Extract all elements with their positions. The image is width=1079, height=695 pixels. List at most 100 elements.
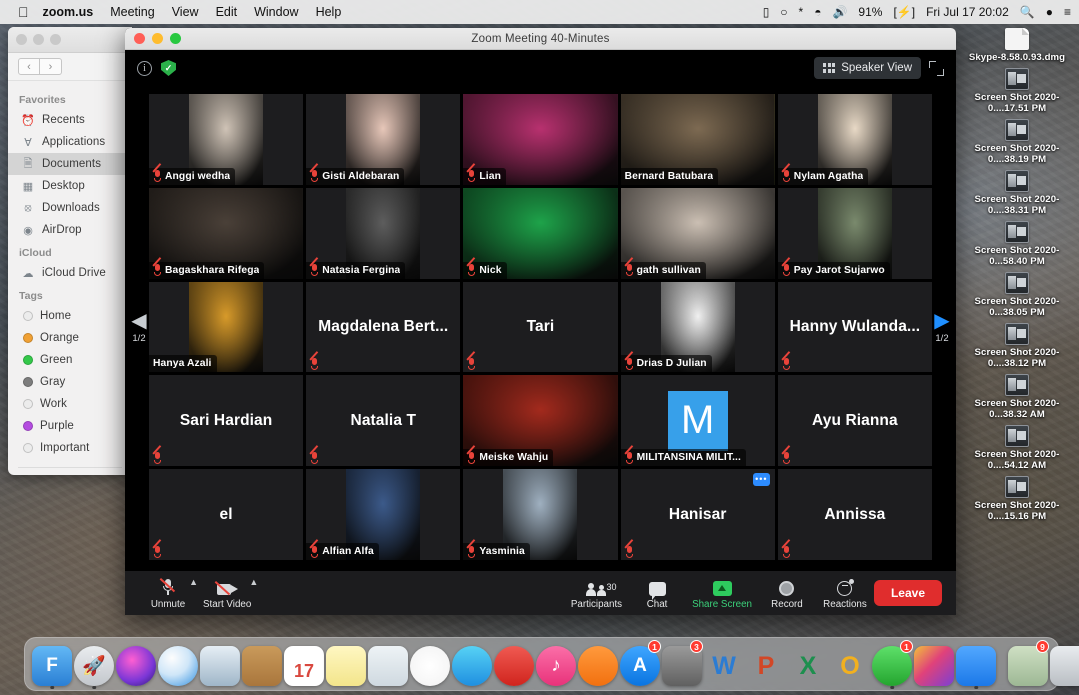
wifi-icon[interactable]: ◓ <box>814 5 821 19</box>
sidebar-tag-green[interactable]: Green <box>8 349 132 371</box>
participants-button[interactable]: 30 Participants <box>565 573 628 613</box>
participant-tile[interactable]: Lian <box>463 94 618 185</box>
participant-tile[interactable]: gath sullivan <box>620 187 775 279</box>
participant-tile[interactable]: Ayu Rianna <box>777 375 932 467</box>
sidebar-tag-gray[interactable]: Gray <box>8 371 132 393</box>
sidebar-item-recents[interactable]: ⏰ Recents <box>8 109 132 131</box>
menu-item-view[interactable]: View <box>172 5 199 19</box>
dock-item-notes[interactable] <box>326 642 366 686</box>
finder-close-button[interactable] <box>16 34 27 45</box>
dock-item-finder[interactable]: F <box>32 642 72 689</box>
sidebar-item-applications[interactable]: ∀ Applications <box>8 131 132 153</box>
battery-charging-icon[interactable]: [⚡] <box>893 5 915 19</box>
sidebar-tag-work[interactable]: Work <box>8 393 132 415</box>
bluetooth-icon[interactable]: * <box>799 5 804 19</box>
sidebar-item-documents[interactable]: 🗎 Documents <box>8 153 132 175</box>
macos-menu-bar[interactable]:  zoom.us Meeting View Edit Window Help … <box>0 0 1079 24</box>
participant-tile[interactable]: Tari <box>463 281 618 373</box>
desktop-file[interactable]: Screen Shot 2020-0....17.51 PM <box>959 67 1075 115</box>
zoom-minimize-button[interactable] <box>152 33 163 44</box>
dock-item-contacts[interactable] <box>242 642 282 686</box>
dock-item-messages[interactable] <box>452 642 492 686</box>
participant-tile[interactable]: Natasia Fergina <box>306 187 461 279</box>
battery-percent[interactable]: 91% <box>858 5 882 19</box>
menubar-clock[interactable]: Fri Jul 17 20:02 <box>926 5 1009 19</box>
participant-tile[interactable]: Annissa <box>777 469 932 560</box>
finder-minimize-button[interactable] <box>33 34 44 45</box>
desktop-file[interactable]: Screen Shot 2020-0...58.40 PM <box>959 220 1075 268</box>
zoom-close-button[interactable] <box>134 33 145 44</box>
dock-item-books[interactable] <box>578 642 618 686</box>
dock-item-powerpoint[interactable]: P <box>746 642 786 686</box>
desktop-file[interactable]: Screen Shot 2020-0....15.16 PM <box>959 475 1075 523</box>
share-screen-button[interactable]: Share Screen <box>686 573 758 613</box>
menu-item-help[interactable]: Help <box>316 5 342 19</box>
shield-encryption-icon[interactable]: ✓ <box>161 60 176 76</box>
participant-tile[interactable]: Yasminia <box>463 469 618 560</box>
participant-tile[interactable]: Sari Hardian <box>149 375 304 467</box>
participant-tile[interactable]: Drias D Julian <box>620 281 775 373</box>
dock-item-trash[interactable] <box>1050 642 1079 686</box>
participant-tile[interactable]: Bagaskhara Rifega <box>149 187 304 279</box>
dock-item-app-store[interactable]: 1A <box>620 640 661 686</box>
participant-tile[interactable]: Anggi wedha <box>149 94 304 185</box>
reactions-button[interactable]: Reactions <box>816 573 874 613</box>
dock-item-outlook[interactable]: O <box>830 642 870 686</box>
dock-item-final-cut-pro[interactable] <box>914 642 954 686</box>
apple-menu-icon[interactable]:  <box>18 5 29 19</box>
participant-tile[interactable]: el <box>149 469 304 560</box>
zoom-meeting-window[interactable]: Zoom Meeting 40-Minutes i ✓ Speaker View… <box>125 28 956 615</box>
participant-tile[interactable]: Nick <box>463 187 618 279</box>
finder-window[interactable]: ‹ › Favorites ⏰ Recents ∀ Applications 🗎… <box>8 27 132 475</box>
participant-tile[interactable]: Gisti Aldebaran <box>306 94 461 185</box>
sidebar-tag-important[interactable]: Important <box>8 437 132 459</box>
participant-tile[interactable]: Hanisar ••• <box>620 469 775 560</box>
dock-item-launchpad[interactable]: 🚀 <box>74 642 114 689</box>
display-icon[interactable]: ▯ <box>763 5 770 19</box>
siri-icon[interactable]: ● <box>1046 5 1053 19</box>
finder-sidebar[interactable]: Favorites ⏰ Recents ∀ Applications 🗎 Doc… <box>8 81 132 468</box>
notification-center-icon[interactable]: ≡ <box>1064 5 1071 19</box>
video-options-chevron-icon[interactable]: ▲ <box>249 577 258 587</box>
info-icon[interactable]: i <box>137 60 152 76</box>
participant-tile[interactable]: Bernard Batubara <box>620 94 775 185</box>
sidebar-item-airdrop[interactable]: ◉ AirDrop <box>8 219 132 241</box>
dock-item-photos[interactable] <box>410 642 450 686</box>
record-button[interactable]: Record <box>758 573 816 613</box>
dock-item-system-preferences[interactable]: 3 <box>662 640 703 686</box>
dock-item-safari[interactable] <box>158 642 198 686</box>
fullscreen-icon[interactable] <box>929 60 944 76</box>
menu-item-window[interactable]: Window <box>254 5 298 19</box>
sidebar-tag-purple[interactable]: Purple <box>8 415 132 437</box>
dock-item-itunes[interactable]: ♪ <box>536 642 576 686</box>
desktop-file[interactable]: Screen Shot 2020-0....38.12 PM <box>959 322 1075 370</box>
finder-navigation[interactable]: ‹ › <box>8 53 132 81</box>
participant-tile[interactable]: Meiske Wahju <box>463 375 618 467</box>
participant-tile[interactable]: Pay Jarot Sujarwo <box>777 187 932 279</box>
zoom-view-controls[interactable]: Speaker View <box>814 57 944 79</box>
participant-more-options-button[interactable]: ••• <box>752 473 770 487</box>
time-machine-icon[interactable]: ○ <box>780 5 787 19</box>
finder-back-button[interactable]: ‹ <box>18 58 40 75</box>
unmute-button[interactable]: Unmute ▲ <box>139 573 198 613</box>
desktop-file[interactable]: Screen Shot 2020-0...38.05 PM <box>959 271 1075 319</box>
menu-item-zoomus[interactable]: zoom.us <box>43 5 94 19</box>
dock-item-calendar[interactable]: 17 <box>284 642 324 686</box>
desktop-file[interactable]: Screen Shot 2020-0....54.12 AM <box>959 424 1075 472</box>
menu-item-edit[interactable]: Edit <box>216 5 238 19</box>
next-page-button[interactable]: ▶ 1/2 <box>932 311 952 344</box>
participant-tile[interactable]: Magdalena Bert... <box>306 281 461 373</box>
zoom-maximize-button[interactable] <box>170 33 181 44</box>
desktop-file[interactable]: Screen Shot 2020-0....38.31 PM <box>959 169 1075 217</box>
dock-item-excel[interactable]: X <box>788 642 828 686</box>
sidebar-item-downloads[interactable]: ⦻ Downloads <box>8 197 132 219</box>
speaker-view-button[interactable]: Speaker View <box>814 57 921 79</box>
desktop-file[interactable]: Skype-8.58.0.93.dmg <box>959 28 1075 64</box>
dock-item-mail-no[interactable] <box>494 642 534 686</box>
dock-item-word[interactable]: W <box>704 642 744 686</box>
leave-meeting-button[interactable]: Leave <box>873 580 942 606</box>
zoom-bottom-toolbar[interactable]: Unmute ▲ Start Video ▲ 30 Participants C… <box>125 571 956 615</box>
zoom-top-toolbar[interactable]: i ✓ Speaker View <box>125 50 956 86</box>
participant-tile[interactable]: M MILITANSINA MILIT... <box>620 375 775 467</box>
chat-button[interactable]: Chat <box>628 573 686 613</box>
